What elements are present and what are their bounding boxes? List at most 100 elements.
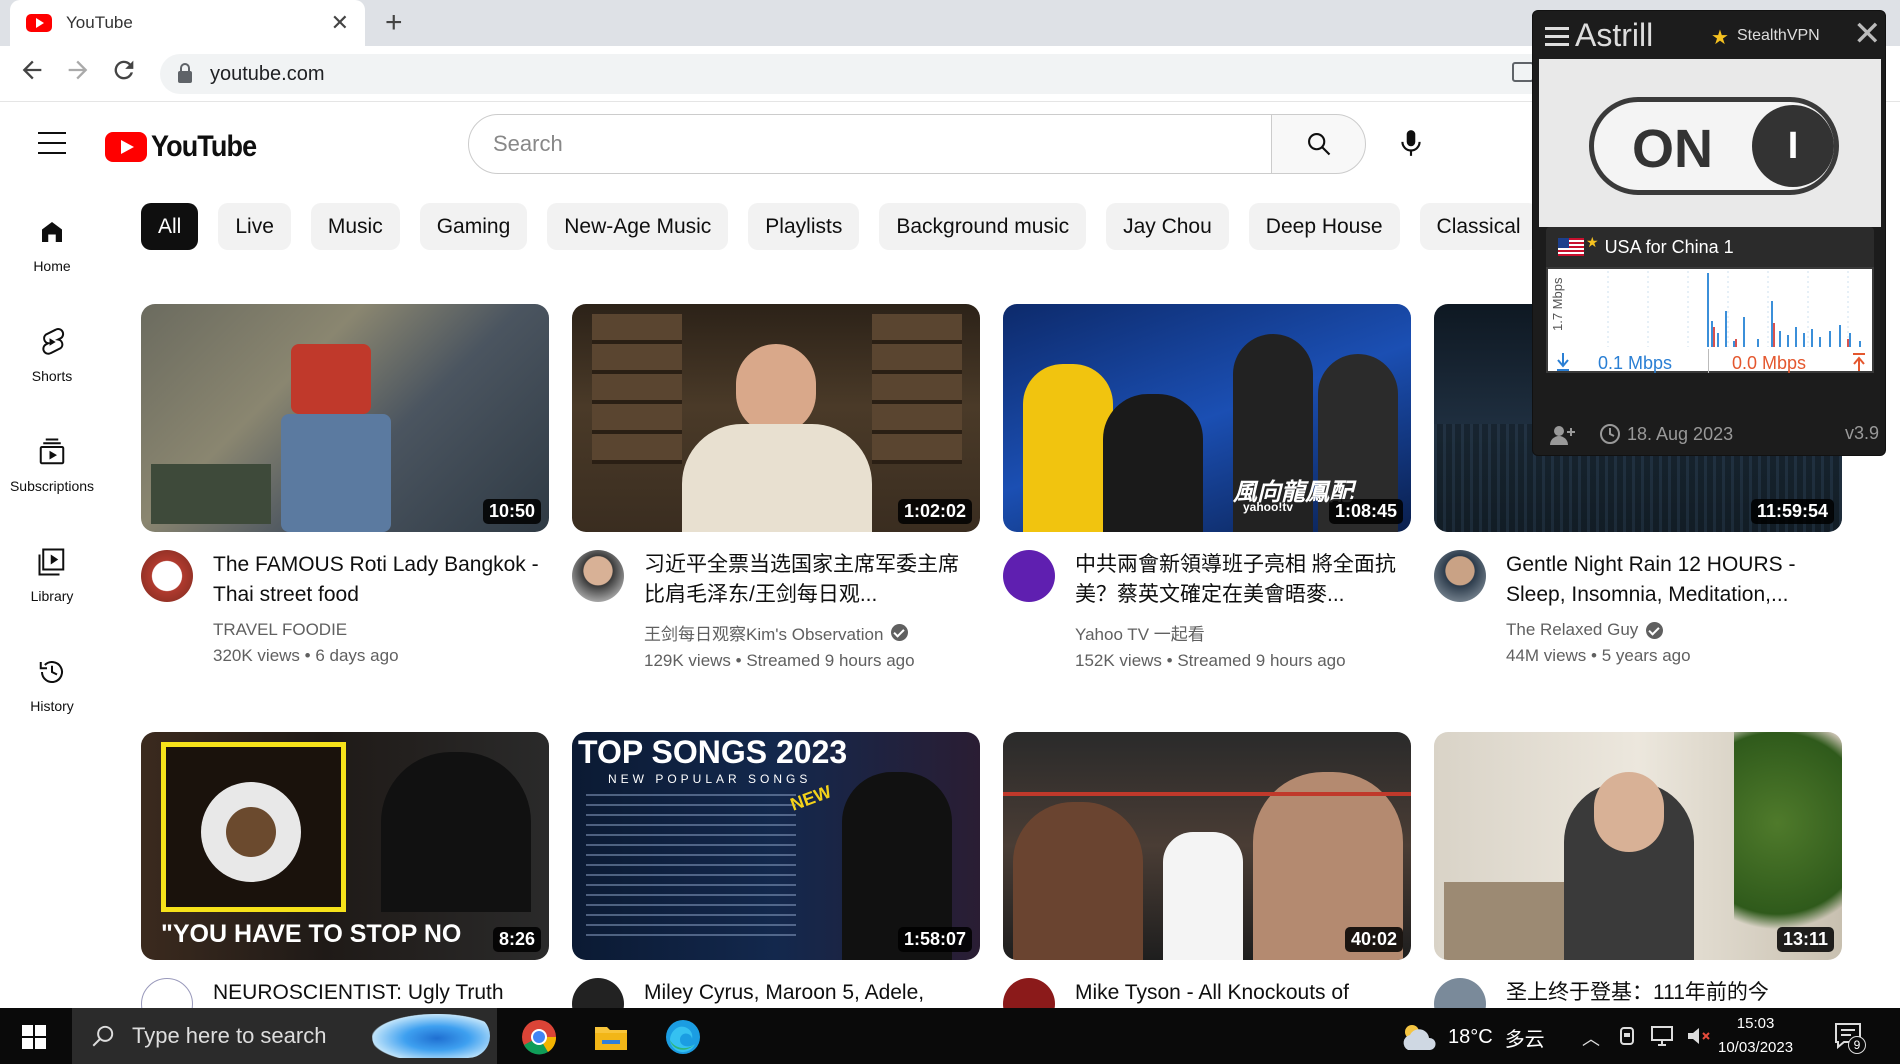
video-thumbnail[interactable]: TOP SONGS 2023 NEW POPULAR SONGS NEW 1:5… <box>572 732 980 960</box>
url-text: youtube.com <box>210 62 325 85</box>
device-icon[interactable] <box>1618 1025 1636 1047</box>
expiry-date: 18. Aug 2023 <box>1627 423 1734 444</box>
video-card[interactable]: 10:50 The FAMOUS Roti Lady Bangkok - Tha… <box>141 304 549 666</box>
thumb-person-suit <box>1103 394 1203 532</box>
astrill-vpn-window[interactable]: Astrill ★ StealthVPN ✕ ON I ★ USA for Ch… <box>1532 10 1886 456</box>
channel-avatar[interactable] <box>1434 550 1486 602</box>
astrill-menu-icon[interactable] <box>1545 27 1569 46</box>
video-card[interactable]: TOP SONGS 2023 NEW POPULAR SONGS NEW 1:5… <box>572 732 980 1030</box>
youtube-logo[interactable]: YouTube <box>105 130 268 164</box>
video-thumbnail[interactable]: 40:02 <box>1003 732 1411 960</box>
browser-tab-youtube[interactable]: YouTube ✕ <box>10 0 365 46</box>
back-arrow-icon[interactable] <box>14 56 50 91</box>
video-title[interactable]: Gentle Night Rain 12 HOURS - Sleep, Inso… <box>1506 550 1842 610</box>
chip-gaming[interactable]: Gaming <box>419 203 528 250</box>
lock-icon[interactable] <box>178 62 192 83</box>
toggle-knob: I <box>1752 105 1834 187</box>
chip-classical[interactable]: Classical <box>1419 203 1538 250</box>
chrome-taskbar-icon[interactable] <box>520 1018 558 1056</box>
channel-name[interactable]: 王剑每日观察Kim's Observation <box>644 620 883 645</box>
taskbar-weather[interactable]: 18°C 多云 <box>1398 1022 1545 1052</box>
windows-taskbar: Type here to search 18°C 多云 ︿ 15:03 10/0… <box>0 1008 1900 1064</box>
video-title[interactable]: 圣上终于登基：111年前的今 <box>1506 978 1842 1008</box>
network-icon[interactable] <box>1650 1025 1676 1047</box>
youtube-play-icon <box>105 132 147 162</box>
vpn-protocol-selector[interactable]: StealthVPN <box>1737 27 1820 45</box>
new-tab-button[interactable]: + <box>385 6 403 40</box>
upload-speed: 0.0 Mbps <box>1732 353 1807 373</box>
address-bar[interactable]: youtube.com <box>160 54 1560 94</box>
video-title[interactable]: The FAMOUS Roti Lady Bangkok - Thai stre… <box>213 550 549 610</box>
file-explorer-taskbar-icon[interactable] <box>592 1018 630 1056</box>
channel-avatar[interactable] <box>141 550 193 602</box>
video-card[interactable]: 13:11 圣上终于登基：111年前的今 <box>1434 732 1842 1030</box>
video-card[interactable]: 40:02 Mike Tyson - All Knockouts of <box>1003 732 1411 1030</box>
server-selector[interactable]: ★ USA for China 1 <box>1546 227 1874 267</box>
video-thumbnail[interactable]: 風向龍鳳配 yahoo!tv 1:08:45 <box>1003 304 1411 532</box>
taskbar-clock[interactable]: 15:03 10/03/2023 <box>1718 1012 1793 1060</box>
add-user-icon[interactable] <box>1547 423 1577 447</box>
weather-cloud-sun-icon <box>1403 1025 1436 1050</box>
notification-center-icon[interactable]: 9 <box>1834 1022 1866 1055</box>
reload-icon[interactable] <box>106 56 142 91</box>
sidebar-item-home[interactable]: Home <box>0 212 104 274</box>
search-button[interactable] <box>1271 114 1366 174</box>
video-thumbnail[interactable]: 1:02:02 <box>572 304 980 532</box>
thumb-tracklist <box>586 794 796 944</box>
voice-search-button[interactable] <box>1385 117 1437 169</box>
usa-flag-icon <box>1558 238 1584 256</box>
view-count: 129K views <box>644 651 731 670</box>
forward-arrow-icon[interactable] <box>60 56 96 91</box>
thumb-person-jeans <box>281 414 391 532</box>
sidebar-item-history[interactable]: History <box>0 652 104 714</box>
menu-icon[interactable] <box>38 132 66 154</box>
chip-jay-chou[interactable]: Jay Chou <box>1106 203 1229 250</box>
video-title[interactable]: Miley Cyrus, Maroon 5, Adele, <box>644 978 980 1008</box>
chip-playlists[interactable]: Playlists <box>748 203 860 250</box>
video-card[interactable]: "YOU HAVE TO STOP NO 8:26 NEUROSCIENTIST… <box>141 732 549 1030</box>
sidebar-item-subscriptions[interactable]: Subscriptions <box>0 432 104 494</box>
view-count: 44M views <box>1506 646 1587 665</box>
tab-close-icon[interactable]: ✕ <box>331 10 349 36</box>
thumb-speaker <box>381 752 531 912</box>
taskbar-search-box[interactable]: Type here to search <box>72 1008 497 1064</box>
video-card[interactable]: 1:02:02 习近平全票当选国家主席军委主席 比肩毛泽东/王剑每日观... 王… <box>572 304 980 671</box>
channel-avatar[interactable] <box>572 550 624 602</box>
chip-deep-house[interactable]: Deep House <box>1248 203 1400 250</box>
video-thumbnail[interactable]: 13:11 <box>1434 732 1842 960</box>
chip-new-age-music[interactable]: New-Age Music <box>547 203 729 250</box>
vpn-power-toggle[interactable]: ON I <box>1589 97 1839 195</box>
chip-music[interactable]: Music <box>310 203 400 250</box>
channel-avatar[interactable] <box>1003 550 1055 602</box>
volume-muted-icon[interactable] <box>1686 1025 1712 1047</box>
thumb-person-yellow <box>1023 364 1113 532</box>
sidebar-item-shorts[interactable]: Shorts <box>0 322 104 384</box>
search-input[interactable] <box>468 114 1273 174</box>
sidebar-item-library[interactable]: Library <box>0 542 104 604</box>
astrill-logo: Astrill <box>1575 17 1654 53</box>
install-app-icon[interactable] <box>1512 62 1534 82</box>
thumb-person-face <box>1594 772 1664 852</box>
channel-name[interactable]: TRAVEL FOODIE <box>213 620 347 640</box>
video-thumbnail[interactable]: 10:50 <box>141 304 549 532</box>
channel-name[interactable]: Yahoo TV 一起看 <box>1075 620 1205 645</box>
video-card[interactable]: 風向龍鳳配 yahoo!tv 1:08:45 中共兩會新領導班子亮相 將全面抗美… <box>1003 304 1411 671</box>
video-duration: 11:59:54 <box>1750 499 1834 524</box>
astrill-close-icon[interactable]: ✕ <box>1853 17 1882 51</box>
thumb-person-shirt <box>291 344 371 414</box>
windows-start-icon[interactable] <box>22 1025 46 1049</box>
video-title[interactable]: 中共兩會新領導班子亮相 將全面抗美？蔡英文確定在美會晤麥... <box>1075 550 1411 610</box>
chip-background-music[interactable]: Background music <box>879 203 1087 250</box>
chip-all[interactable]: All <box>141 203 199 250</box>
search-icon <box>1307 133 1330 156</box>
video-title[interactable]: NEUROSCIENTIST: Ugly Truth <box>213 978 549 1008</box>
chip-live[interactable]: Live <box>218 203 291 250</box>
video-title[interactable]: 习近平全票当选国家主席军委主席 比肩毛泽东/王剑每日观... <box>644 550 980 610</box>
video-thumbnail[interactable]: "YOU HAVE TO STOP NO 8:26 <box>141 732 549 960</box>
history-icon <box>0 652 104 692</box>
edge-taskbar-icon[interactable] <box>664 1018 702 1056</box>
show-hidden-icons-icon[interactable]: ︿ <box>1582 1025 1600 1051</box>
channel-name[interactable]: The Relaxed Guy <box>1506 620 1638 640</box>
video-title[interactable]: Mike Tyson - All Knockouts of <box>1075 978 1411 1008</box>
thumb-stall <box>151 464 271 524</box>
